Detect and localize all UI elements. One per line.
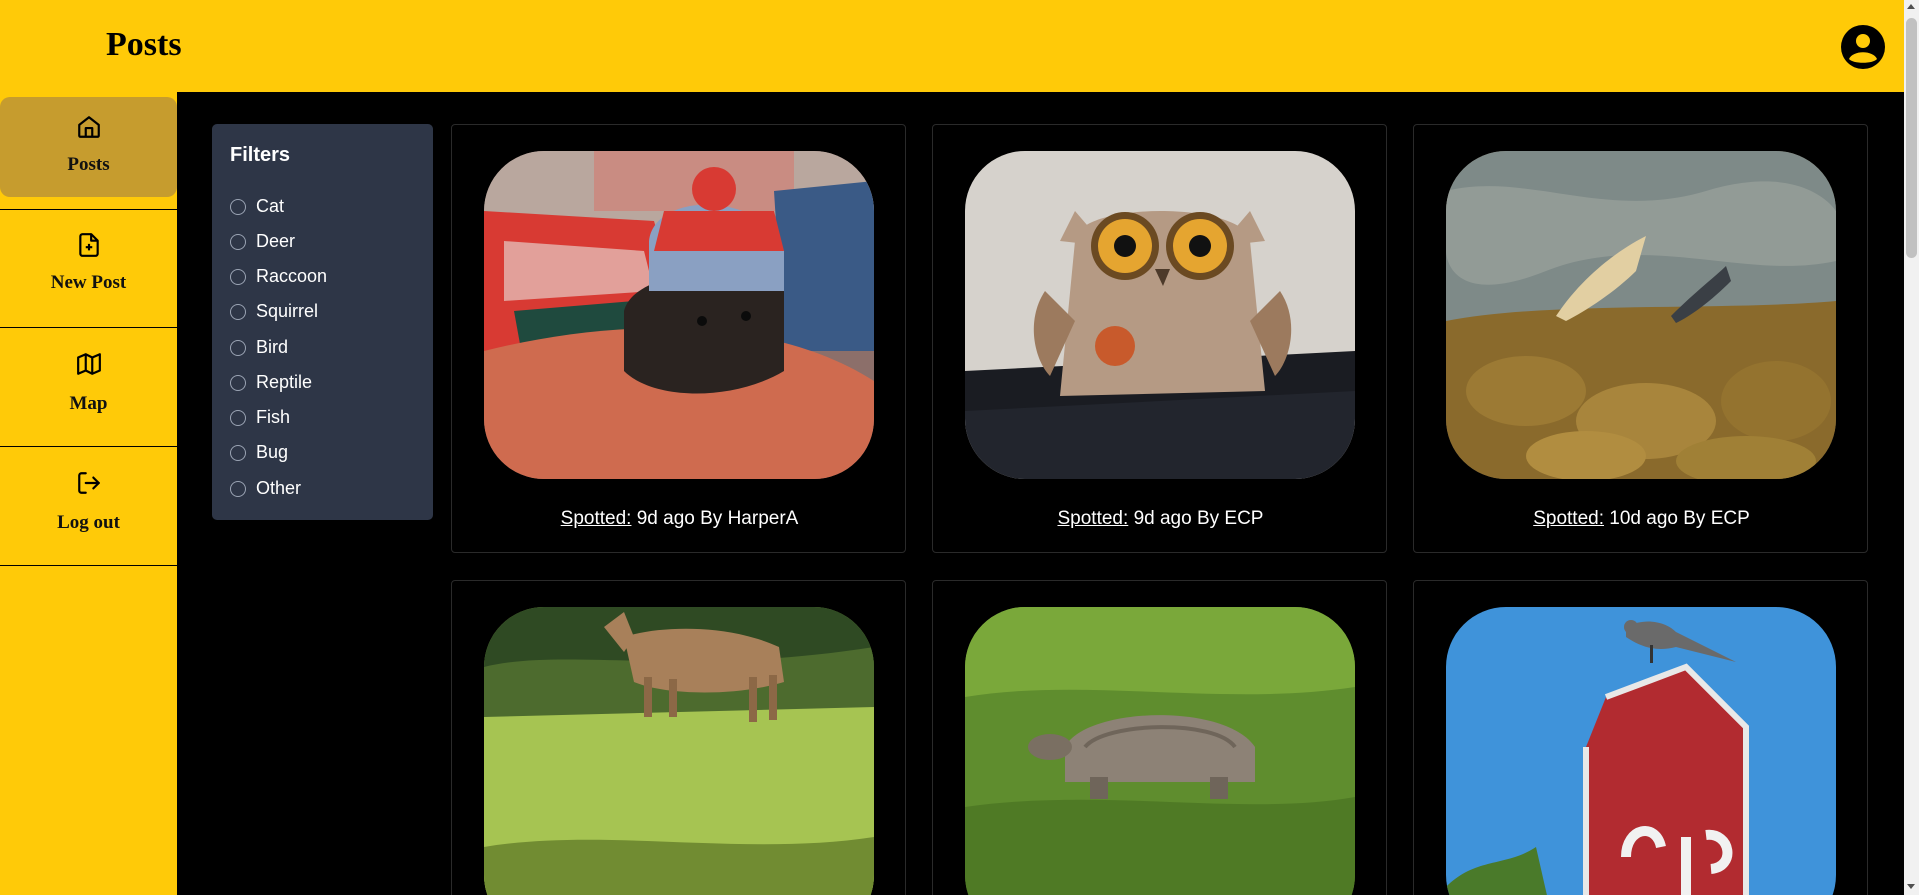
radio-icon[interactable]	[230, 234, 246, 250]
filter-option-other[interactable]: Other	[212, 476, 402, 502]
radio-icon[interactable]	[230, 410, 246, 426]
radio-icon[interactable]	[230, 269, 246, 285]
sidebar: Posts New Post Map Log out	[0, 92, 177, 895]
top-bar: Posts	[0, 0, 1904, 92]
filter-option-raccoon[interactable]: Raccoon	[212, 264, 402, 290]
post-card[interactable]: Spotted: 9d ago By ECP	[932, 124, 1387, 553]
filter-option-cat[interactable]: Cat	[212, 194, 402, 220]
nav-label-posts: Posts	[67, 154, 110, 175]
post-card[interactable]: Spotted: 9d ago By HarperA	[451, 124, 906, 553]
filter-label: Other	[256, 478, 302, 498]
post-time-author: 9d ago By HarperA	[636, 508, 799, 529]
post-image-cat[interactable]	[484, 151, 874, 479]
post-image-owl[interactable]	[965, 151, 1355, 479]
filter-label: Raccoon	[256, 266, 328, 286]
spotted-link[interactable]: Spotted:	[1058, 508, 1129, 529]
nav-item-log-out[interactable]: Log out	[0, 448, 177, 566]
home-icon	[78, 116, 100, 138]
post-card[interactable]: Spotted: 10d ago By ECP	[1413, 124, 1868, 553]
spotted-link[interactable]: Spotted:	[1533, 508, 1604, 529]
nav-label-map: Map	[69, 393, 108, 414]
filter-label: Bird	[256, 337, 289, 357]
post-card[interactable]	[932, 580, 1387, 895]
filter-option-fish[interactable]: Fish	[212, 405, 402, 431]
post-image-deer[interactable]	[484, 607, 874, 895]
radio-icon[interactable]	[230, 375, 246, 391]
nav-label-new-post: New Post	[50, 272, 127, 293]
logout-icon	[78, 472, 100, 494]
nav-active-highlight	[0, 97, 177, 197]
filter-label: Squirrel	[256, 301, 319, 321]
filter-option-bug[interactable]: Bug	[212, 440, 402, 466]
radio-icon[interactable]	[230, 304, 246, 320]
nav-item-map[interactable]: Map	[0, 329, 177, 447]
filter-option-bird[interactable]: Bird	[212, 335, 402, 361]
post-caption: Spotted: 9d ago By HarperA	[452, 508, 907, 530]
filter-option-deer[interactable]: Deer	[212, 229, 402, 255]
page-title: Posts	[106, 26, 182, 63]
filter-label: Fish	[256, 407, 291, 427]
filter-label: Bug	[256, 442, 289, 462]
post-image-bird[interactable]	[1446, 607, 1836, 895]
post-card[interactable]	[1413, 580, 1868, 895]
map-icon	[77, 353, 101, 375]
radio-icon[interactable]	[230, 340, 246, 356]
nav-label-log-out: Log out	[57, 512, 120, 533]
scroll-down-arrow-icon[interactable]	[1907, 884, 1915, 889]
filter-label: Deer	[256, 231, 296, 251]
scroll-up-arrow-icon[interactable]	[1907, 4, 1915, 9]
filter-label: Cat	[256, 196, 285, 216]
post-time-author: 10d ago By ECP	[1609, 508, 1750, 529]
scrollbar-thumb[interactable]	[1906, 18, 1917, 258]
filter-label: Reptile	[256, 372, 313, 392]
radio-icon[interactable]	[230, 199, 246, 215]
radio-icon[interactable]	[230, 481, 246, 497]
nav-item-posts[interactable]: Posts	[0, 92, 177, 210]
post-image-fish[interactable]	[1446, 151, 1836, 479]
filter-option-reptile[interactable]: Reptile	[212, 370, 402, 396]
radio-icon[interactable]	[230, 445, 246, 461]
nav-item-new-post[interactable]: New Post	[0, 210, 177, 328]
filters-panel: Filters Cat Deer Raccoon Squirrel Bird R…	[212, 124, 433, 520]
filter-option-squirrel[interactable]: Squirrel	[212, 299, 402, 325]
post-card[interactable]	[451, 580, 906, 895]
post-time-author: 9d ago By ECP	[1133, 508, 1264, 529]
post-caption: Spotted: 9d ago By ECP	[933, 508, 1388, 530]
post-image-tortoise[interactable]	[965, 607, 1355, 895]
spotted-link[interactable]: Spotted:	[561, 508, 632, 529]
filters-title: Filters	[230, 144, 291, 166]
file-plus-icon	[79, 233, 99, 257]
account-circle-icon[interactable]	[1840, 24, 1886, 70]
post-caption: Spotted: 10d ago By ECP	[1414, 508, 1869, 530]
